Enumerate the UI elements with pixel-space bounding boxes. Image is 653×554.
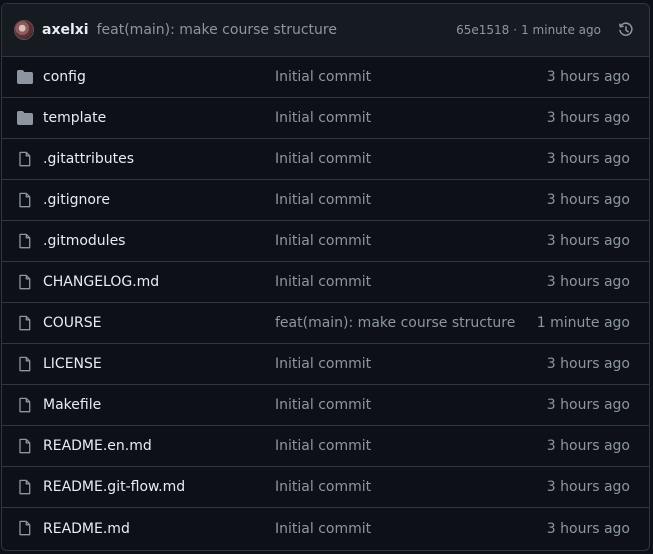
commit-message-link[interactable]: Initial commit [275, 151, 371, 167]
commit-message-link[interactable]: Initial commit [275, 438, 371, 454]
file-row[interactable]: template Initial commit 3 hours ago [2, 98, 649, 139]
commit-message-link[interactable]: Initial commit [275, 397, 371, 413]
commit-age: 1 minute ago [521, 23, 601, 37]
file-name-link[interactable]: template [43, 110, 106, 126]
commit-age: 3 hours ago [546, 69, 630, 85]
file-row[interactable]: .gitignore Initial commit 3 hours ago [2, 180, 649, 221]
file-name-link[interactable]: CHANGELOG.md [43, 274, 159, 290]
file-name-link[interactable]: .gitattributes [43, 151, 134, 167]
commit-age: 3 hours ago [546, 110, 630, 126]
avatar[interactable] [14, 20, 34, 40]
file-list: config Initial commit 3 hours ago template I… [2, 57, 649, 549]
commit-age: 3 hours ago [546, 274, 630, 290]
commit-age: 3 hours ago [546, 233, 630, 249]
file-name-link[interactable]: LICENSE [43, 356, 102, 372]
file-name-link[interactable]: README.md [43, 521, 130, 537]
file-name-link[interactable]: README.en.md [43, 438, 152, 454]
commit-message-link[interactable]: Initial commit [275, 192, 371, 208]
commit-message-link[interactable]: feat(main): make course structure [275, 315, 515, 331]
commit-author[interactable]: axelxi [42, 22, 89, 38]
file-icon [17, 315, 33, 331]
file-browser: axelxi feat(main): make course structure… [1, 3, 650, 551]
commit-age: 3 hours ago [546, 192, 630, 208]
file-icon [17, 479, 33, 495]
file-row[interactable]: Makefile Initial commit 3 hours ago [2, 385, 649, 426]
commit-age: 3 hours ago [546, 356, 630, 372]
commit-message-link[interactable]: Initial commit [275, 479, 371, 495]
file-icon [17, 356, 33, 372]
commit-age: 3 hours ago [546, 479, 630, 495]
file-name-link[interactable]: Makefile [43, 397, 101, 413]
file-icon [17, 520, 33, 536]
file-row[interactable]: README.en.md Initial commit 3 hours ago [2, 426, 649, 467]
commit-age: 3 hours ago [546, 520, 630, 537]
file-row[interactable]: README.md Initial commit 3 hours ago [2, 508, 649, 549]
commit-message-link[interactable]: Initial commit [275, 356, 371, 372]
commit-age: 3 hours ago [546, 438, 630, 454]
file-row[interactable]: LICENSE Initial commit 3 hours ago [2, 344, 649, 385]
file-row[interactable]: .gitmodules Initial commit 3 hours ago [2, 221, 649, 262]
history-icon[interactable] [617, 21, 635, 39]
latest-commit-message[interactable]: feat(main): make course structure [97, 22, 337, 38]
commit-message-link[interactable]: Initial commit [275, 69, 371, 85]
commit-age: 3 hours ago [546, 151, 630, 167]
commit-age: 3 hours ago [546, 397, 630, 413]
commit-message-link[interactable]: Initial commit [275, 233, 371, 249]
commit-message-link[interactable]: Initial commit [275, 110, 371, 126]
commit-meta: 65e1518 · 1 minute ago [456, 21, 635, 39]
file-icon [17, 274, 33, 290]
meta-separator: · [513, 23, 518, 37]
latest-commit-bar: axelxi feat(main): make course structure… [2, 4, 649, 57]
file-icon [17, 233, 33, 249]
file-name-link[interactable]: README.git-flow.md [43, 479, 185, 495]
file-icon [17, 438, 33, 454]
commit-message-link[interactable]: Initial commit [275, 521, 371, 537]
file-row[interactable]: config Initial commit 3 hours ago [2, 57, 649, 98]
commit-message-link[interactable]: Initial commit [275, 274, 371, 290]
folder-icon [17, 110, 33, 126]
file-icon [17, 151, 33, 167]
file-name-link[interactable]: COURSE [43, 315, 102, 331]
file-row[interactable]: README.git-flow.md Initial commit 3 hours … [2, 467, 649, 508]
file-name-link[interactable]: .gitignore [43, 192, 110, 208]
file-name-link[interactable]: .gitmodules [43, 233, 125, 249]
file-row[interactable]: CHANGELOG.md Initial commit 3 hours ago [2, 262, 649, 303]
file-row[interactable]: .gitattributes Initial commit 3 hours ago [2, 139, 649, 180]
file-icon [17, 192, 33, 208]
commit-age: 1 minute ago [536, 315, 630, 331]
file-row[interactable]: COURSE feat(main): make course structure 1… [2, 303, 649, 344]
file-name-link[interactable]: config [43, 69, 86, 85]
folder-icon [17, 69, 33, 85]
file-icon [17, 397, 33, 413]
commit-sha[interactable]: 65e1518 [456, 23, 509, 37]
